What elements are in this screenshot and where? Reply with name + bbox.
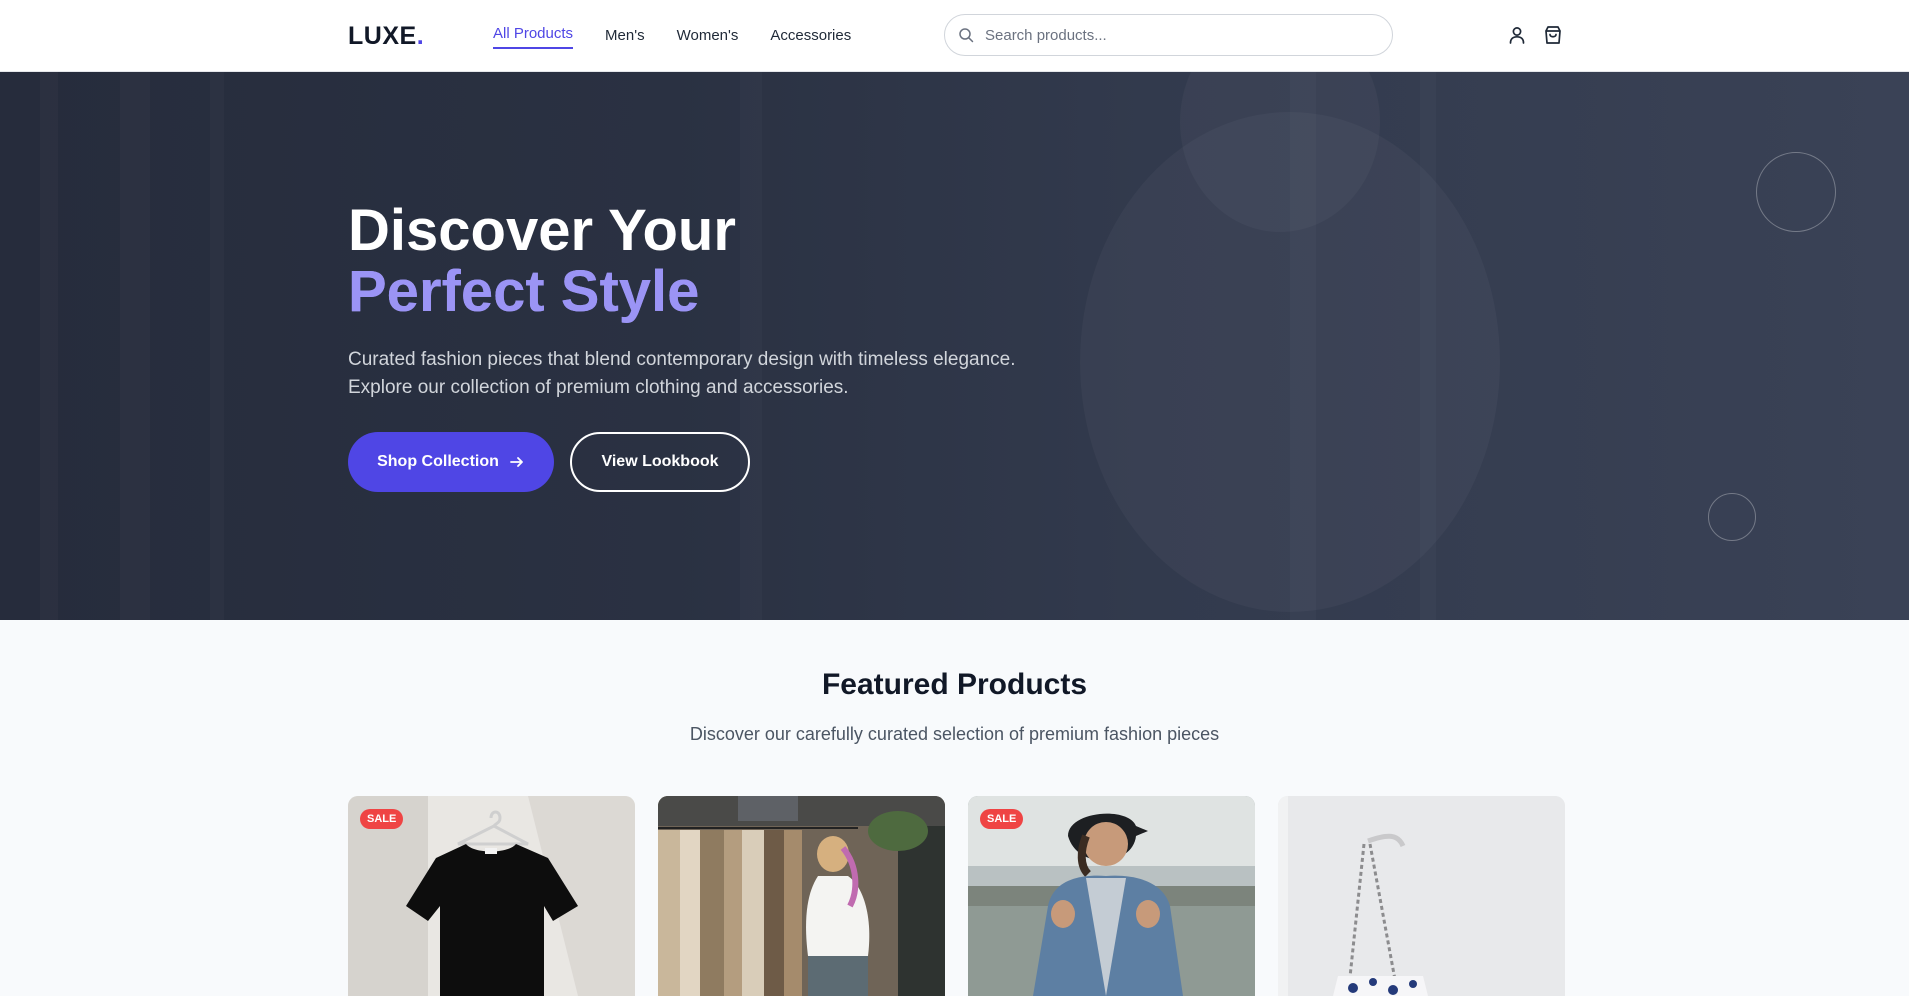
product-card[interactable]: SALE	[348, 796, 635, 996]
main-nav: All Products Men's Women's Accessories	[493, 0, 851, 72]
search-bar	[944, 14, 1393, 56]
product-image-handbag	[1278, 796, 1565, 996]
hero-banner: Discover Your Perfect Style Curated fash…	[0, 72, 1909, 620]
shop-collection-button[interactable]: Shop Collection	[348, 432, 554, 492]
shopping-bag-icon[interactable]	[1542, 24, 1564, 46]
nav-item-all-products[interactable]: All Products	[493, 24, 574, 49]
nav-item-mens[interactable]: Men's	[605, 26, 645, 46]
view-lookbook-button[interactable]: View Lookbook	[570, 432, 750, 492]
sale-badge: SALE	[980, 809, 1024, 829]
decorative-circle	[1708, 493, 1756, 541]
nav-item-accessories[interactable]: Accessories	[770, 26, 851, 46]
hero-bg-texture	[210, 72, 224, 620]
hero-title-line1: Discover Your	[348, 198, 736, 263]
search-icon	[959, 28, 974, 43]
user-icon[interactable]	[1506, 24, 1528, 46]
featured-title: Featured Products	[821, 668, 1088, 701]
nav-item-womens[interactable]: Women's	[677, 26, 739, 46]
product-card[interactable]: SALE	[968, 796, 1255, 996]
hero-title: Discover Your Perfect Style	[348, 200, 736, 322]
hero-title-line2: Perfect Style	[348, 261, 736, 322]
product-image-clothing-rack	[658, 796, 945, 996]
hero-subtitle: Curated fashion pieces that blend contem…	[348, 349, 1016, 398]
arrow-right-icon	[509, 457, 523, 467]
sale-badge: SALE	[360, 809, 404, 829]
site-header: LUXE. All Products Men's Women's Accesso…	[0, 0, 1909, 72]
decorative-circle	[1756, 152, 1836, 232]
product-card[interactable]	[658, 796, 945, 996]
product-card[interactable]	[1278, 796, 1565, 996]
brand-logo[interactable]: LUXE.	[348, 22, 424, 51]
search-input[interactable]	[985, 15, 1375, 55]
featured-subtitle: Discover our carefully curated selection…	[689, 724, 1220, 744]
hero-bg-texture	[40, 72, 58, 620]
hero-bg-texture	[120, 72, 150, 620]
